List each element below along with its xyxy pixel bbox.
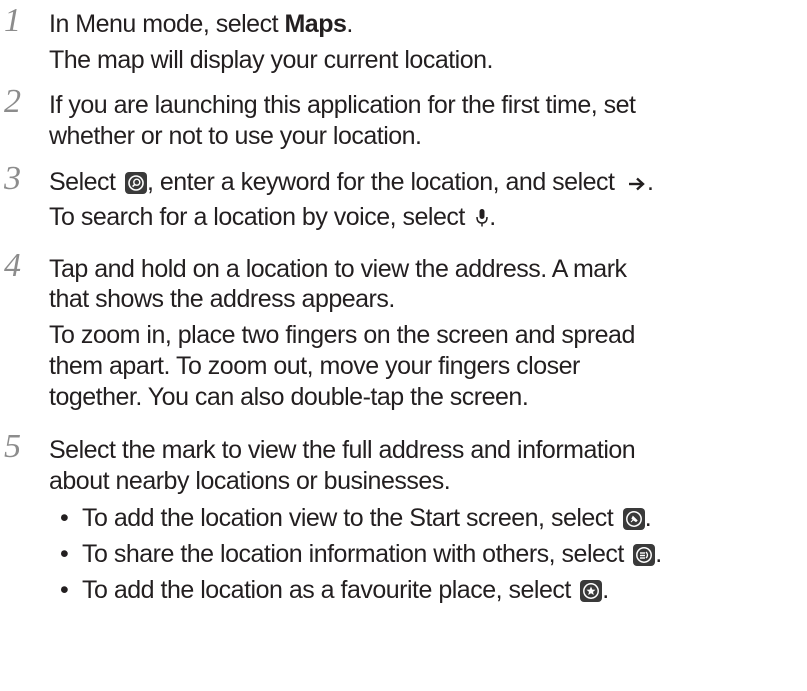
search-icon xyxy=(124,172,147,194)
step-subtext: To search for a location by voice, selec… xyxy=(49,201,496,236)
list-item: • To add the location view to the Start s… xyxy=(60,504,652,532)
step-text: Select the mark to view the full address… xyxy=(49,436,636,464)
step-text: them apart. To zoom out, move your finge… xyxy=(49,352,580,380)
arrow-right-icon xyxy=(627,168,647,200)
step-number: 1 xyxy=(4,2,21,39)
step-subtext: The map will display your current locati… xyxy=(49,46,493,74)
share-icon xyxy=(633,544,656,566)
step-number: 5 xyxy=(4,428,21,465)
list-item: • To share the location information with … xyxy=(60,540,662,568)
step-number: 3 xyxy=(4,160,21,197)
step-text: Select , enter a keyword for the locatio… xyxy=(49,166,654,200)
step-text: about nearby locations or businesses. xyxy=(49,467,451,495)
step-text: In Menu mode, select Maps. xyxy=(49,10,353,38)
step-text: whether or not to use your location. xyxy=(49,122,422,150)
step-number: 4 xyxy=(4,247,21,284)
maps-label: Maps xyxy=(284,10,347,38)
microphone-icon xyxy=(475,204,489,236)
step-text: that shows the address appears. xyxy=(49,285,395,313)
step-number: 2 xyxy=(4,83,21,120)
step-text: Tap and hold on a location to view the a… xyxy=(49,255,627,283)
list-item: • To add the location as a favourite plac… xyxy=(60,576,609,604)
step-text: To zoom in, place two fingers on the scr… xyxy=(49,321,635,349)
step-text: If you are launching this application fo… xyxy=(49,91,636,119)
step-text: together. You can also double-tap the sc… xyxy=(49,383,529,411)
pin-icon xyxy=(622,508,645,530)
favourite-icon xyxy=(580,580,603,602)
